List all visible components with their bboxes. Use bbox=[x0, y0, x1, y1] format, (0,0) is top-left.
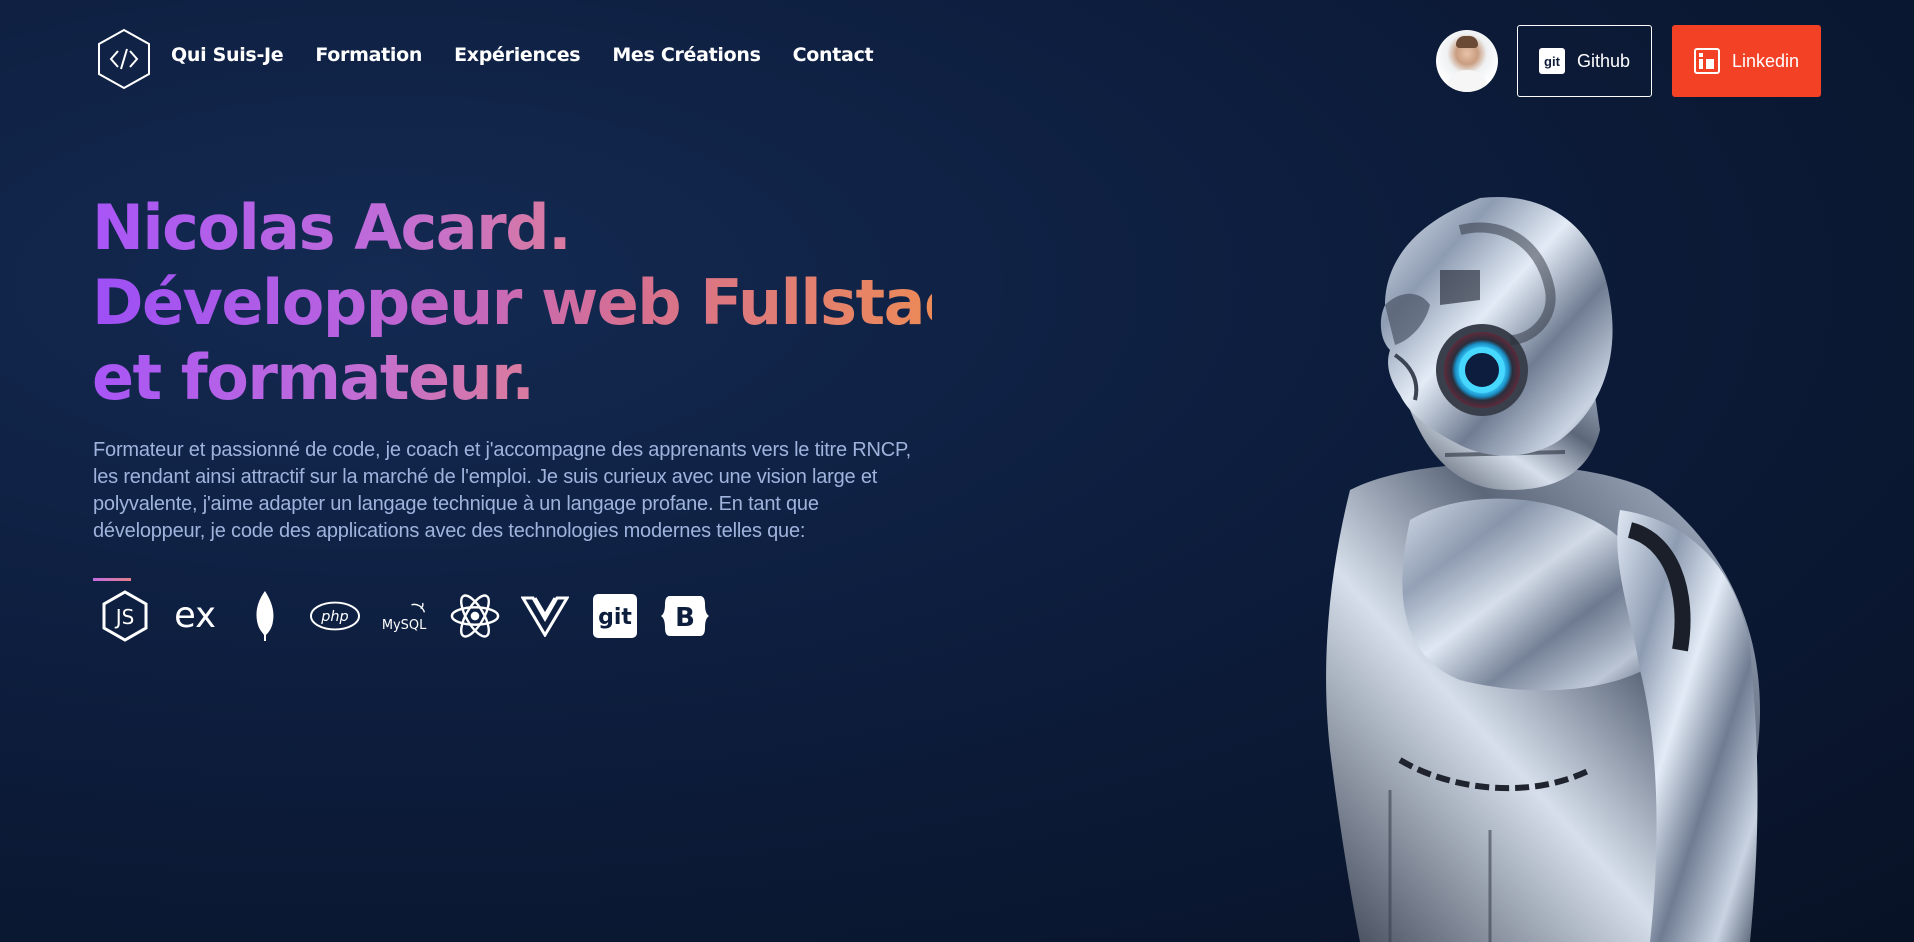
nav-experiences[interactable]: Expériences bbox=[454, 44, 580, 66]
hero-title-line-3: et formateur. bbox=[92, 340, 932, 415]
linkedin-label: Linkedin bbox=[1731, 50, 1800, 71]
linkedin-icon bbox=[1693, 48, 1720, 74]
linkedin-button[interactable]: Linkedin bbox=[1672, 25, 1821, 97]
main-nav: Qui Suis-Je Formation Expériences Mes Cr… bbox=[171, 44, 874, 66]
vue-icon bbox=[520, 588, 570, 644]
nav-contact[interactable]: Contact bbox=[793, 44, 874, 66]
nav-formation[interactable]: Formation bbox=[315, 44, 422, 66]
svg-text:git: git bbox=[598, 605, 632, 630]
svg-text:JS: JS bbox=[114, 605, 135, 629]
svg-text:php: php bbox=[320, 609, 348, 625]
accent-divider bbox=[93, 578, 131, 581]
hero-description: Formateur et passionné de code, je coach… bbox=[93, 439, 911, 542]
tech-icons: JS ex php MySQL git B bbox=[100, 588, 710, 644]
robot-illustration bbox=[1326, 196, 1760, 942]
git-logo-icon: git bbox=[590, 588, 640, 644]
hero-title: Nicolas Acard. Développeur web Fullstack… bbox=[92, 190, 1001, 415]
bootstrap-icon: B bbox=[660, 588, 710, 644]
nav-qui-suis-je[interactable]: Qui Suis-Je bbox=[171, 44, 284, 66]
svg-text:ex: ex bbox=[174, 596, 216, 636]
nav-mes-creations[interactable]: Mes Créations bbox=[612, 44, 761, 66]
php-icon: php bbox=[310, 588, 360, 644]
code-logo-icon[interactable] bbox=[96, 28, 152, 90]
github-label: Github bbox=[1576, 50, 1631, 71]
nodejs-icon: JS bbox=[100, 588, 150, 644]
mongodb-icon bbox=[240, 588, 290, 644]
react-icon bbox=[450, 588, 500, 644]
github-button[interactable]: git Github bbox=[1517, 25, 1652, 97]
mysql-icon: MySQL bbox=[380, 588, 430, 644]
git-icon: git bbox=[1538, 48, 1565, 74]
hero-title-line-1: Nicolas Acard. bbox=[92, 190, 932, 265]
avatar[interactable] bbox=[1436, 30, 1498, 92]
svg-text:MySQL: MySQL bbox=[382, 618, 427, 633]
express-icon: ex bbox=[170, 588, 220, 644]
svg-text:B: B bbox=[675, 603, 695, 633]
site-header: Qui Suis-Je Formation Expériences Mes Cr… bbox=[0, 0, 1914, 120]
hero-title-line-2: Développeur web Fullstack bbox=[92, 266, 1001, 339]
